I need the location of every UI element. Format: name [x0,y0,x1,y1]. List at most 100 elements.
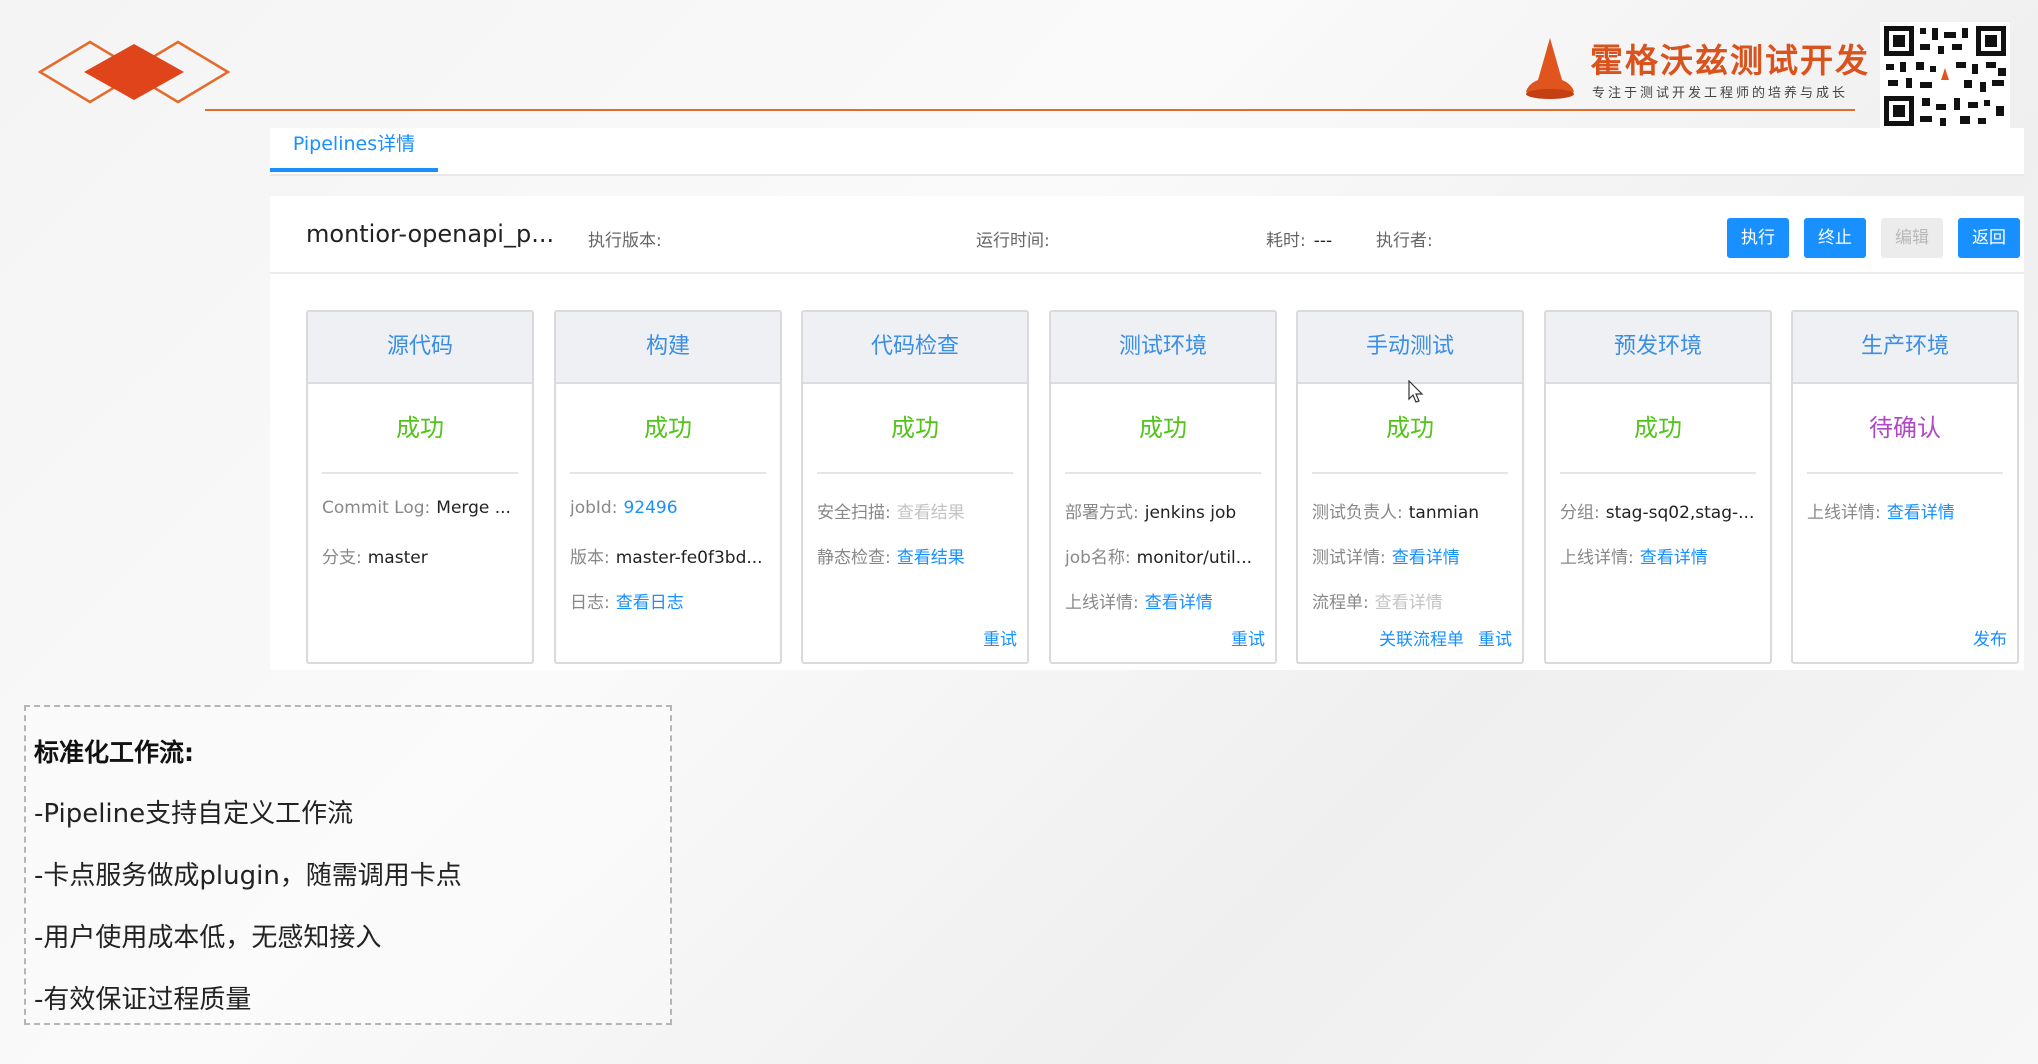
brand-name: 霍格沃兹测试开发 [1590,41,1870,80]
tab-pipelines-detail[interactable]: Pipelines详情 [270,128,438,172]
stage-info-row: 测试负责人: tanmian [1312,498,1512,523]
stage-info-row: 日志: 查看日志 [570,588,770,613]
stage-divider [1807,472,2003,474]
stage-info-value: 查看详情 [1374,593,1443,613]
stage-info-value: tanmian [1408,503,1480,523]
stage-title[interactable]: 预发环境 [1546,312,1770,384]
duration-label: 耗时: [1266,231,1306,251]
stage-status: 成功 [644,414,692,442]
stage-title[interactable]: 手动测试 [1298,312,1522,384]
run-button[interactable]: 执行 [1727,218,1789,258]
stage-info-value: stag-sq02,stag-... [1605,503,1755,523]
stage-card: 预发环境 成功 分组: stag-sq02,stag-... 上线详情: 查看详情 [1544,310,1772,664]
stage-info-link[interactable]: 查看结果 [897,548,965,568]
stage-info-key: 上线详情: [1065,593,1139,613]
stage-card: 手动测试 成功 测试负责人: tanmian 测试详情: 查看详情 流程单: 查看详情 关联流程… [1296,310,1524,664]
stage-info-row: 安全扫描: 查看结果 [817,498,1017,523]
stage-info-row: 上线详情: 查看详情 [1807,498,2007,523]
stage-info-link[interactable]: 查看详情 [1145,593,1213,613]
stage-card: 构建 成功 jobId: 92496 版本: master-fe0f3bd... 日志: 查看… [554,310,782,664]
stage-divider [1065,472,1261,474]
stage-info-link[interactable]: 查看详情 [1392,548,1460,568]
stage-actions: 发布 [1959,625,2007,650]
stage-info-link[interactable]: 查看日志 [616,593,684,613]
note-item: -用户使用成本低，无感知接入 [34,923,382,953]
stage-actions: 关联流程单 重试 [1365,625,1512,650]
back-button[interactable]: 返回 [1958,218,2020,258]
stage-info-row: 部署方式: jenkins job [1065,498,1265,523]
stage-card: 测试环境 成功 部署方式: jenkins job job名称: monitor/util… [1049,310,1277,664]
tab-bar: Pipelines详情 [270,128,2024,176]
stage-title[interactable]: 测试环境 [1051,312,1275,384]
workflow-note-box: 标准化工作流: -Pipeline支持自定义工作流 -卡点服务做成plugin，… [24,705,672,1025]
stage-info-value: Merge ... [436,498,511,518]
stage-title[interactable]: 构建 [556,312,780,384]
stage-info-row: 上线详情: 查看详情 [1065,588,1265,613]
stage-action-link[interactable]: 重试 [983,630,1017,650]
stage-divider [1312,472,1508,474]
stage-info-key: 测试详情: [1312,548,1386,568]
duration-value: --- [1313,231,1333,251]
note-item: -有效保证过程质量 [34,985,252,1015]
note-title: 标准化工作流: [34,738,194,767]
stage-action-link[interactable]: 重试 [1231,630,1265,650]
stage-info-link[interactable]: 查看详情 [1640,548,1708,568]
stage-card: 代码检查成功安全扫描: 查看结果静态检查: 查看结果重试 [801,310,1029,664]
stage-info-key: 静态检查: [817,548,891,568]
stage-info-row: 版本: master-fe0f3bd... [570,543,770,568]
run-time: 运行时间: [976,226,1058,251]
stage-info-row: 静态检查: 查看结果 [817,543,1017,568]
stage-info-key: 测试负责人: [1312,503,1403,523]
stage-divider [1560,472,1756,474]
duration: 耗时: --- [1266,226,1332,251]
stage-title[interactable]: 生产环境 [1793,312,2017,384]
note-item: -卡点服务做成plugin，随需调用卡点 [34,861,462,891]
stage-status: 待确认 [1869,414,1941,442]
stage-info-key: 流程单: [1312,593,1369,613]
stage-status: 成功 [1139,414,1187,442]
stage-divider [817,472,1013,474]
stage-info-link[interactable]: 92496 [623,498,677,518]
stage-info-row: 分支: master [322,543,522,568]
mouse-cursor-icon [1408,380,1424,403]
stage-divider [570,472,766,474]
stage-info-key: 版本: [570,548,610,568]
edit-button[interactable]: 编辑 [1881,218,1943,258]
stage-info-value: jenkins job [1144,503,1237,523]
pipeline-name: montior-openapi_p... [306,220,555,248]
brand-slogan: 专注于测试开发工程师的培养与成长 [1592,86,1849,101]
stage-action-link[interactable]: 发布 [1973,630,2007,650]
stage-title[interactable]: 代码检查 [803,312,1027,384]
stage-info-row: 上线详情: 查看详情 [1560,543,1760,568]
stage-action-link[interactable]: 关联流程单 [1379,630,1464,650]
stage-title[interactable]: 源代码 [308,312,532,384]
stage-card: 源代码成功 Commit Log: Merge ... 分支: master [306,310,534,664]
stage-action-link[interactable]: 重试 [1478,630,1512,650]
stage-divider [322,472,518,474]
stage-info-row: 分组: stag-sq02,stag-... [1560,498,1760,523]
stage-status: 成功 [1386,414,1434,442]
stage-info-row: 测试详情: 查看详情 [1312,543,1512,568]
stop-button[interactable]: 终止 [1804,218,1866,258]
pipeline-header: montior-openapi_p... 执行版本: 运行时间: 耗时: --- … [270,196,2024,274]
stage-actions: 重试 [1217,625,1265,650]
stage-info-value: monitor/util... [1136,548,1252,568]
stage-info-link[interactable]: 查看详情 [1887,503,1955,523]
stage-status: 成功 [891,414,939,442]
stage-info-key: 上线详情: [1807,503,1881,523]
stage-status: 成功 [396,414,444,442]
stage-info-value: 查看结果 [896,503,965,523]
exec-version-label: 执行版本: [588,231,662,251]
executor-label: 执行者: [1376,231,1433,251]
pipeline-detail-panel: montior-openapi_p... 执行版本: 运行时间: 耗时: --- … [270,196,2024,670]
brand-block: 霍格沃兹测试开发 专注于测试开发工程师的培养与成长 [1520,32,1868,108]
header-divider-line [205,109,1855,111]
diamond-logo [38,40,230,104]
stage-info-row: Commit Log: Merge ... [322,498,522,518]
stage-info-key: 分支: [322,548,362,568]
wizard-hat-icon [1526,38,1574,99]
stage-info-key: 分组: [1560,503,1600,523]
exec-version: 执行版本: [588,226,670,251]
stage-info-key: 上线详情: [1560,548,1634,568]
note-item: -Pipeline支持自定义工作流 [34,799,354,829]
